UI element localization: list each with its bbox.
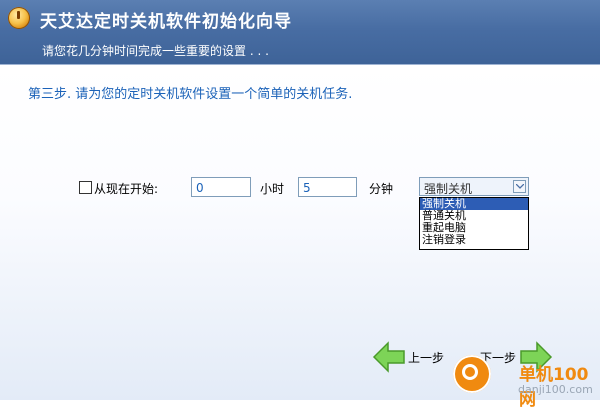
dropdown-option-logoff[interactable]: 注销登录 [420, 234, 528, 246]
minutes-input[interactable]: 5 [298, 177, 357, 197]
minutes-unit-label: 分钟 [369, 182, 394, 196]
step-instruction: 第三步. 请为您的定时关机软件设置一个简单的关机任务. [28, 87, 353, 102]
wizard-header: 天艾达定时关机软件初始化向导 请您花几分钟时间完成一些重要的设置 . . . [0, 0, 600, 64]
wizard-subtitle: 请您花几分钟时间完成一些重要的设置 . . . [42, 44, 269, 58]
shutdown-action-dropdown: 强制关机 普通关机 重起电脑 注销登录 [419, 197, 529, 250]
back-button[interactable]: 上一步 [372, 340, 447, 374]
select-current-value: 强制关机 [424, 182, 473, 196]
start-now-checkbox[interactable] [79, 181, 92, 194]
chevron-down-icon[interactable] [513, 180, 526, 193]
arrow-left-icon [372, 341, 405, 373]
back-label: 上一步 [408, 351, 445, 365]
start-now-label[interactable]: 从现在开始: [94, 180, 158, 197]
watermark-url: danji100.com [518, 383, 593, 396]
hours-input[interactable]: 0 [191, 177, 251, 197]
app-logo-icon [8, 7, 30, 29]
wizard-body: 第三步. 请为您的定时关机软件设置一个简单的关机任务. 从现在开始: 0 小时 … [0, 65, 600, 400]
watermark-logo-icon [453, 355, 491, 393]
shutdown-action-select[interactable]: 强制关机 [419, 177, 529, 196]
window-title: 天艾达定时关机软件初始化向导 [40, 12, 292, 32]
hours-unit-label: 小时 [260, 182, 285, 196]
